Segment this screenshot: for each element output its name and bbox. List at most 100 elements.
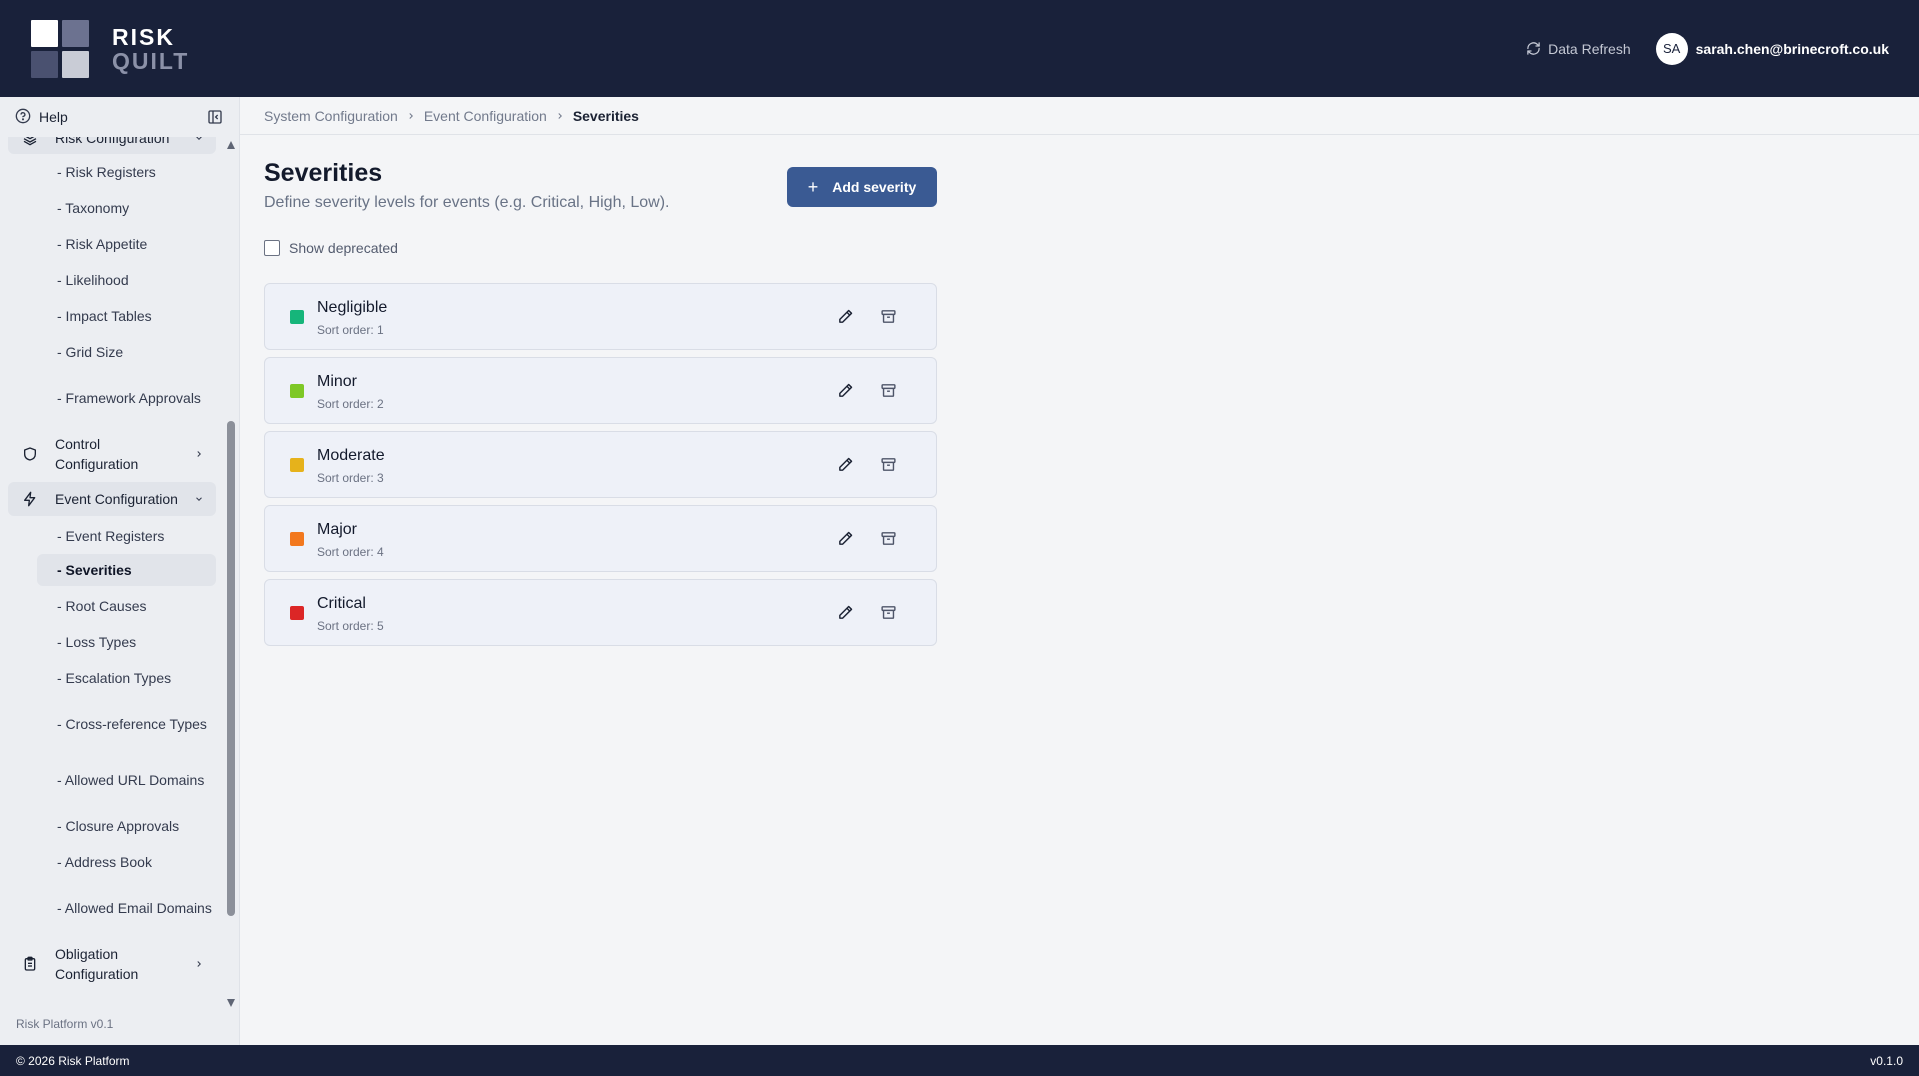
archive-icon <box>881 606 896 619</box>
page-description: Define severity levels for events (e.g. … <box>264 194 670 211</box>
sidebar-item-risk-appetite[interactable]: - Risk Appetite <box>37 226 216 262</box>
nav-group-obligation-configuration[interactable]: Obligation Configuration <box>8 938 216 990</box>
archive-button[interactable] <box>880 530 897 552</box>
severity-color-swatch <box>290 532 304 546</box>
sidebar-item-escalation-types[interactable]: - Escalation Types <box>37 660 216 696</box>
severity-row-critical: Critical Sort order: 5 <box>264 579 937 646</box>
app-logo[interactable]: RISK QUILT <box>31 19 189 78</box>
sidebar-item-risk-registers[interactable]: - Risk Registers <box>37 154 216 190</box>
sidebar-item-severities[interactable]: - Severities <box>37 554 216 586</box>
edit-button[interactable] <box>837 530 854 552</box>
help-link[interactable]: Help <box>0 97 239 137</box>
add-severity-label: Add severity <box>832 179 917 195</box>
add-severity-button[interactable]: + Add severity <box>787 167 937 207</box>
scroll-up-arrow-icon[interactable] <box>227 141 235 149</box>
logo-mark <box>31 19 89 78</box>
severity-name: Critical <box>317 595 366 612</box>
sidebar-item-likelihood[interactable]: - Likelihood <box>37 262 216 298</box>
archive-icon <box>881 310 896 323</box>
severity-sort-order: Sort order: 5 <box>317 619 384 633</box>
pencil-icon <box>839 605 853 619</box>
sidebar-item-address-book[interactable]: - Address Book <box>37 844 216 880</box>
severity-sort-order: Sort order: 4 <box>317 545 384 559</box>
severity-name: Moderate <box>317 447 385 464</box>
archive-button[interactable] <box>880 308 897 330</box>
data-refresh-button[interactable]: Data Refresh <box>1526 40 1631 57</box>
breadcrumb: System Configuration Event Configuration… <box>240 97 1919 135</box>
edit-button[interactable] <box>837 308 854 330</box>
severity-color-swatch <box>290 384 304 398</box>
severity-sort-order: Sort order: 2 <box>317 397 384 411</box>
sidebar: Help Risk Configuration - Risk Registers… <box>0 97 240 1045</box>
sidebar-item-cross-reference-types[interactable]: - Cross-reference Types <box>37 696 216 752</box>
nav-group-label: Risk Configuration <box>55 137 170 146</box>
breadcrumb-system-configuration[interactable]: System Configuration <box>264 108 398 124</box>
scroll-down-arrow-icon[interactable] <box>227 999 235 1007</box>
user-email[interactable]: sarah.chen@brinecroft.co.uk <box>1696 41 1889 57</box>
page-title: Severities <box>264 159 383 187</box>
help-icon <box>15 108 31 127</box>
archive-icon <box>881 458 896 471</box>
lightning-icon <box>20 491 40 507</box>
scrollbar-thumb[interactable] <box>227 421 235 916</box>
help-label: Help <box>39 109 68 125</box>
refresh-icon <box>1527 42 1540 55</box>
shield-icon <box>20 446 40 462</box>
edit-button[interactable] <box>837 604 854 626</box>
severity-name: Major <box>317 521 358 538</box>
sidebar-nav[interactable]: Risk Configuration - Risk Registers - Ta… <box>0 137 224 1003</box>
sidebar-item-grid-size[interactable]: - Grid Size <box>37 334 216 370</box>
top-header: RISK QUILT Data Refresh SA sarah.chen@br… <box>0 0 1919 97</box>
pencil-icon <box>839 309 853 323</box>
archive-button[interactable] <box>880 456 897 478</box>
edit-button[interactable] <box>837 456 854 478</box>
chevron-down-icon <box>194 491 204 507</box>
avatar[interactable]: SA <box>1655 32 1688 65</box>
sidebar-item-taxonomy[interactable]: - Taxonomy <box>37 190 216 226</box>
sidebar-item-framework-approvals[interactable]: - Framework Approvals <box>37 370 216 426</box>
sidebar-item-allowed-url-domains[interactable]: - Allowed URL Domains <box>37 752 216 808</box>
footer-version: v0.1.0 <box>1870 1053 1903 1068</box>
pencil-icon <box>839 383 853 397</box>
sidebar-scrollbar[interactable] <box>226 141 236 1007</box>
severity-row-moderate: Moderate Sort order: 3 <box>264 431 937 498</box>
footer-copyright: © 2026 Risk Platform <box>16 1053 130 1068</box>
nav-group-risk-configuration[interactable]: Risk Configuration <box>8 137 216 154</box>
nav-group-event-configuration[interactable]: Event Configuration <box>8 482 216 516</box>
severity-name: Negligible <box>317 299 388 316</box>
edit-button[interactable] <box>837 382 854 404</box>
archive-icon <box>881 384 896 397</box>
chevron-right-icon <box>555 111 565 121</box>
archive-button[interactable] <box>880 604 897 626</box>
severity-sort-order: Sort order: 1 <box>317 323 384 337</box>
archive-button[interactable] <box>880 382 897 404</box>
sidebar-item-event-registers[interactable]: - Event Registers <box>37 518 216 554</box>
chevron-right-icon <box>194 446 204 462</box>
chevron-down-icon <box>194 137 204 146</box>
show-deprecated-toggle[interactable]: Show deprecated <box>264 240 398 256</box>
logo-line-1: RISK <box>112 23 175 50</box>
platform-version: Risk Platform v0.1 <box>16 1017 114 1031</box>
show-deprecated-checkbox[interactable] <box>264 240 280 256</box>
pencil-icon <box>839 457 853 471</box>
sidebar-item-root-causes[interactable]: - Root Causes <box>37 588 216 624</box>
severity-sort-order: Sort order: 3 <box>317 471 384 485</box>
chevron-right-icon <box>406 111 416 121</box>
logo-text: RISK QUILT <box>112 25 189 73</box>
sidebar-item-impact-tables[interactable]: - Impact Tables <box>37 298 216 334</box>
breadcrumb-event-configuration[interactable]: Event Configuration <box>424 108 547 124</box>
sidebar-item-loss-types[interactable]: - Loss Types <box>37 624 216 660</box>
severity-name: Minor <box>317 373 358 390</box>
sidebar-item-allowed-email-domains[interactable]: - Allowed Email Domains <box>37 880 216 936</box>
footer: © 2026 Risk Platform v0.1.0 <box>0 1045 1919 1076</box>
nav-group-control-configuration[interactable]: Control Configuration <box>8 428 216 480</box>
sidebar-item-closure-approvals[interactable]: - Closure Approvals <box>37 808 216 844</box>
severity-color-swatch <box>290 310 304 324</box>
data-refresh-label: Data Refresh <box>1548 40 1631 57</box>
pencil-icon <box>839 531 853 545</box>
header-actions: Data Refresh SA sarah.chen@brinecroft.co… <box>1526 0 1889 97</box>
chevron-right-icon <box>194 956 204 972</box>
sidebar-collapse-button[interactable] <box>207 109 223 130</box>
layers-icon <box>20 137 40 146</box>
severity-row-negligible: Negligible Sort order: 1 <box>264 283 937 350</box>
